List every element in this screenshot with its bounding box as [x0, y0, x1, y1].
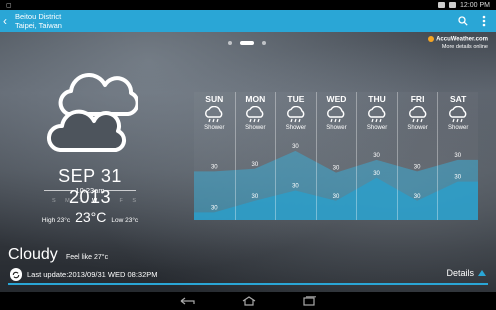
day-name: FRI — [410, 94, 425, 104]
last-update: Last update:2013/09/31 WED 08:32PM — [27, 270, 158, 279]
status-bar: ▢ 12:00 PM — [0, 0, 496, 10]
day-condition: Shower — [366, 125, 388, 131]
search-icon[interactable] — [458, 16, 468, 26]
location[interactable]: Beitou District Taipei, Taiwan — [15, 12, 62, 30]
wifi-icon — [438, 2, 446, 8]
forecast-day-tue[interactable]: TUE Shower — [275, 92, 316, 220]
weekday-letter: S — [132, 198, 136, 204]
feels-like: Feel like 27°c — [66, 254, 109, 261]
day-condition: Shower — [285, 125, 307, 131]
page-indicator[interactable] — [228, 41, 266, 45]
weather-app: ▢ 12:00 PM ‹ Beitou District Taipei, Tai… — [0, 0, 496, 310]
condition-text: Cloudy — [8, 246, 58, 263]
day-name: MON — [245, 94, 266, 104]
day-name: SAT — [449, 94, 467, 104]
back-icon[interactable]: ‹ — [3, 10, 15, 32]
refresh-icon[interactable] — [10, 268, 22, 281]
current-time: 10:23am — [75, 186, 105, 195]
page-dot-active[interactable] — [240, 41, 254, 45]
brand-tagline: More details online — [441, 43, 488, 50]
forecast-day-wed[interactable]: WED Shower — [315, 92, 357, 220]
day-condition: Shower — [447, 125, 469, 131]
shower-icon — [284, 105, 308, 124]
day-name: THU — [368, 94, 386, 104]
forecast-days: SUN Shower MON Shower TUE Shower WED Shower… — [194, 92, 478, 220]
weekday-letter: W — [92, 198, 98, 204]
notification-icon: ▢ — [6, 2, 12, 9]
shower-icon — [406, 105, 430, 124]
accuweather-link[interactable]: AccuWeather.com More details online — [428, 36, 488, 51]
location-district: Beitou District — [15, 12, 62, 21]
recent-apps-icon[interactable] — [302, 296, 316, 306]
shower-icon — [243, 105, 267, 124]
forecast-day-sun[interactable]: SUN Shower — [194, 92, 235, 220]
shower-icon — [324, 105, 348, 124]
day-name: TUE — [287, 94, 305, 104]
overflow-menu-icon[interactable] — [482, 15, 486, 27]
expand-up-icon — [478, 270, 486, 276]
day-condition: Shower — [204, 125, 225, 131]
weekday-letter: M — [65, 198, 70, 204]
forecast-day-thu[interactable]: THU Shower — [356, 92, 397, 220]
action-bar: ‹ Beitou District Taipei, Taiwan — [0, 10, 496, 32]
shower-icon — [365, 105, 389, 124]
shower-icon — [202, 105, 226, 124]
details-button[interactable]: Details — [446, 268, 486, 278]
day-name: WED — [326, 94, 347, 104]
weekday-letter: S — [52, 198, 56, 204]
weekday-letter: F — [119, 198, 123, 204]
weekday-row: SMTWTFS — [52, 198, 136, 204]
high-temp: High 23°c — [41, 217, 71, 224]
brand-name: AccuWeather.com — [436, 36, 488, 43]
day-condition: Shower — [407, 125, 428, 131]
page-dot[interactable] — [228, 41, 232, 45]
back-nav-icon[interactable] — [180, 297, 196, 305]
accuweather-logo-icon — [428, 36, 435, 42]
day-condition: Shower — [326, 125, 347, 131]
temperature-row: High 23°c 23°C Low 23°c — [40, 209, 140, 225]
status-time: 12:00 PM — [460, 1, 490, 9]
home-icon[interactable] — [242, 296, 256, 306]
divider — [8, 283, 488, 285]
shower-icon — [446, 105, 470, 124]
weekday-letter: T — [79, 198, 83, 204]
page-dot[interactable] — [262, 41, 266, 45]
weekday-letter: T — [106, 198, 111, 204]
navigation-bar — [0, 292, 496, 310]
details-label: Details — [446, 268, 474, 278]
day-name: SUN — [205, 94, 224, 104]
forecast-day-fri[interactable]: FRI Shower — [396, 92, 438, 220]
cloudy-large-icon — [47, 73, 138, 152]
forecast-day-sat[interactable]: SAT Shower — [437, 92, 478, 220]
current-temp: 23°C — [75, 209, 107, 225]
battery-icon — [449, 2, 457, 8]
day-condition: Shower — [245, 125, 266, 131]
location-city: Taipei, Taiwan — [15, 21, 62, 30]
forecast-day-mon[interactable]: MON Shower — [234, 92, 276, 220]
low-temp: Low 23°c — [111, 217, 139, 224]
forecast-panel: 30 30 30 30 30 30 30 30 30 30 30 30 30 30 SUN Shower M… — [194, 92, 478, 220]
